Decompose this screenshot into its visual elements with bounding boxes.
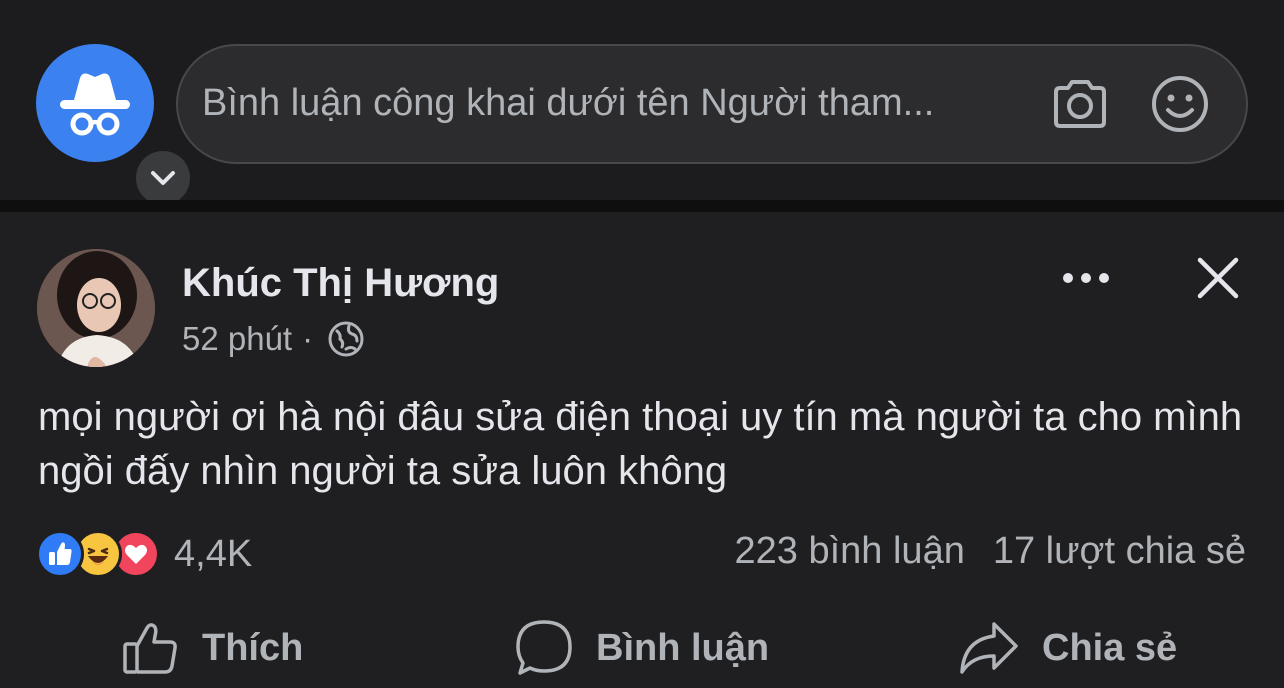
post-actions: Thích Bình luận Chia sẻ — [0, 616, 1284, 680]
reaction-count: 4,4K — [174, 532, 253, 575]
comment-composer: Bình luận công khai dưới tên Người tham.… — [0, 0, 1284, 208]
post-card: Khúc Thị Hương 52 phút · mọi người ơi hà… — [0, 212, 1284, 688]
thumbs-up-icon — [123, 623, 177, 674]
camera-icon[interactable] — [1050, 78, 1110, 130]
comment-input[interactable]: Bình luận công khai dưới tên Người tham.… — [176, 44, 1248, 164]
post-stats: 223 bình luận 17 lượt chia sẻ — [735, 530, 1246, 573]
meta-separator: · — [302, 320, 314, 357]
comment-input-placeholder: Bình luận công khai dưới tên Người tham.… — [202, 82, 935, 124]
comments-count[interactable]: 223 bình luận — [735, 530, 965, 573]
chevron-down-icon[interactable] — [133, 148, 193, 208]
comment-button-label: Bình luận — [596, 626, 770, 669]
post-text: mọi người ơi hà nội đâu sửa điện thoại u… — [38, 395, 1243, 493]
comment-bubble-icon — [516, 620, 572, 675]
shares-count[interactable]: 17 lượt chia sẻ — [993, 530, 1246, 573]
like-button-label: Thích — [202, 626, 304, 669]
globe-icon — [328, 321, 364, 357]
comment-button[interactable]: Bình luận — [514, 616, 769, 680]
like-reaction-icon — [36, 530, 84, 578]
author-name[interactable]: Khúc Thị Hương — [182, 261, 499, 306]
reactions-summary[interactable]: 4,4K — [36, 530, 252, 578]
share-button-label: Chia sẻ — [1042, 626, 1178, 669]
post-time[interactable]: 52 phút — [182, 320, 292, 358]
anonymous-participant-icon — [36, 44, 154, 162]
more-options-icon[interactable] — [1058, 264, 1114, 292]
author-avatar[interactable] — [37, 249, 155, 367]
close-icon[interactable] — [1194, 254, 1242, 302]
smile-icon[interactable] — [1150, 74, 1210, 134]
section-divider — [0, 200, 1284, 212]
share-button[interactable]: Chia sẻ — [958, 616, 1177, 680]
like-button[interactable]: Thích — [120, 616, 303, 680]
identity-switcher[interactable] — [36, 44, 193, 208]
share-arrow-icon — [960, 622, 1018, 674]
post-meta: 52 phút · — [182, 320, 365, 358]
